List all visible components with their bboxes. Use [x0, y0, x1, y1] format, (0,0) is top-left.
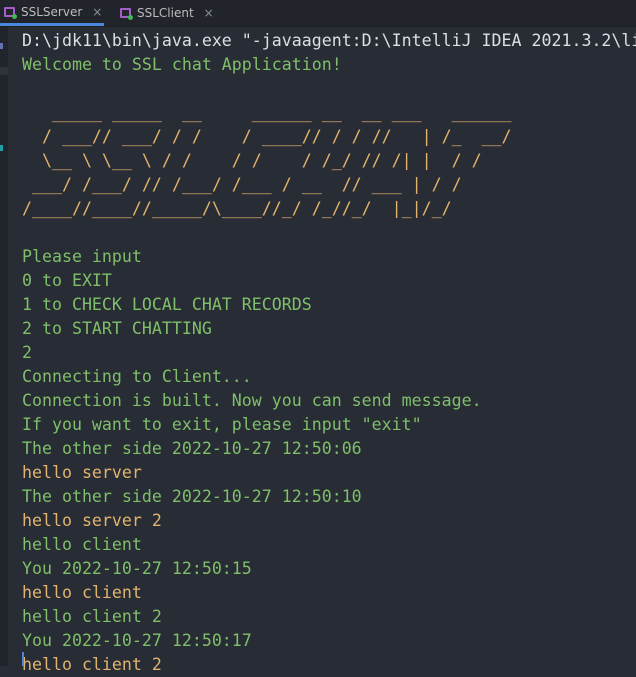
tab-sslclient[interactable]: SSLClient × [116, 0, 220, 26]
gutter-marker [0, 67, 8, 75]
tab-sslserver[interactable]: SSLServer × [0, 0, 104, 26]
text-caret [22, 652, 24, 666]
console-line: hello server 2 [22, 511, 162, 530]
console-line: ___/ /___/ // /___/ /___ / __ // ___ | /… [22, 175, 462, 194]
console-line: 2 [22, 343, 32, 362]
tab-label: SSLServer [21, 4, 83, 19]
gutter-marker [0, 145, 3, 151]
console-line: 1 to CHECK LOCAL CHAT RECORDS [22, 295, 312, 314]
console-line: The other side 2022-10-27 12:50:06 [22, 439, 362, 458]
console-line: Connecting to Client... [22, 367, 252, 386]
console-line: The other side 2022-10-27 12:50:10 [22, 487, 362, 506]
close-icon[interactable]: × [204, 6, 214, 20]
console-line: hello client 2 [22, 607, 162, 626]
console-gutter [0, 27, 8, 666]
console-line: / ___// ___/ / / / ____// / / // | /_ __… [22, 127, 512, 146]
console-line: hello client 2 [22, 655, 162, 674]
run-tab-bar: SSLServer × SSLClient × [0, 0, 636, 27]
console-output[interactable]: D:\jdk11\bin\java.exe "-javaagent:D:\Int… [22, 29, 636, 677]
console-line: hello server [22, 463, 142, 482]
console-line: _____ _____ __ ______ __ __ ___ ______ [22, 103, 512, 122]
console-line: Connection is built. Now you can send me… [22, 391, 482, 410]
run-config-icon [120, 8, 133, 20]
tab-label: SSLClient [137, 6, 194, 20]
console-line: hello client [22, 535, 142, 554]
console-line: 2 to START CHATTING [22, 319, 212, 338]
console-line: D:\jdk11\bin\java.exe "-javaagent:D:\Int… [22, 31, 636, 50]
console-line: 0 to EXIT [22, 271, 112, 290]
console-line: You 2022-10-27 12:50:15 [22, 559, 252, 578]
console-line: Welcome to SSL chat Application! [22, 55, 342, 74]
console-line: \__ \ \__ \ / / / / / /_/ // /| | / / [22, 151, 482, 170]
console-line: Please input [22, 247, 142, 266]
console-line: /____//____//_____/\____//_/ /_//_/ |_|/… [22, 199, 452, 218]
run-config-icon [4, 6, 17, 19]
console-line: If you want to exit, please input "exit" [22, 415, 422, 434]
console-line: hello client [22, 583, 142, 602]
console-line: You 2022-10-27 12:50:17 [22, 631, 252, 650]
gutter-marker [0, 43, 3, 49]
close-icon[interactable]: × [92, 5, 102, 19]
